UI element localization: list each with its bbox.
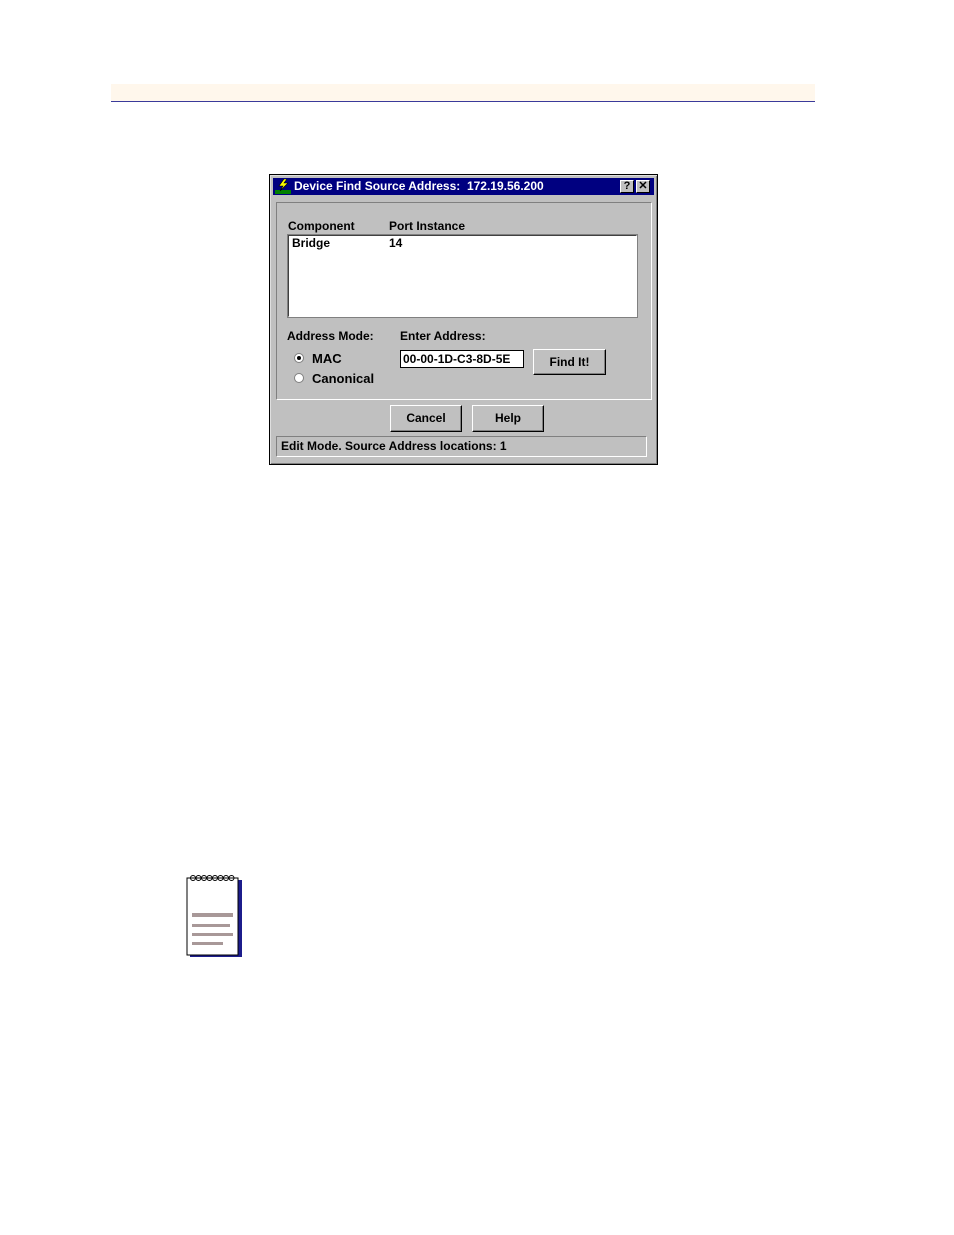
close-icon[interactable]: ✕ <box>636 180 650 193</box>
list-item[interactable]: Bridge 14 <box>291 236 631 250</box>
port-instance-cell: 14 <box>389 236 403 250</box>
component-cell: Bridge <box>292 236 331 250</box>
help-button[interactable]: Help <box>472 405 544 432</box>
canonical-radio-label[interactable]: Canonical <box>312 371 374 386</box>
find-it-button[interactable]: Find It! <box>533 349 606 375</box>
device-find-source-address-dialog: Device Find Source Address: 172.19.56.20… <box>269 174 658 465</box>
canonical-radio[interactable] <box>294 373 304 383</box>
column-header-port-instance: Port Instance <box>389 219 466 233</box>
page-header-band <box>111 84 815 102</box>
dialog-title: Device Find Source Address: 172.19.56.20… <box>294 179 544 193</box>
results-listbox[interactable]: Bridge 14 <box>287 234 638 318</box>
mac-radio-label[interactable]: MAC <box>312 351 342 366</box>
dialog-titlebar[interactable]: Device Find Source Address: 172.19.56.20… <box>273 178 654 195</box>
address-input[interactable]: 00-00-1D-C3-8D-5E <box>400 350 524 368</box>
status-bar: Edit Mode. Source Address locations: 1 <box>276 436 647 457</box>
address-mode-label: Address Mode: <box>287 329 374 343</box>
help-icon-button[interactable]: ? <box>620 180 634 193</box>
cancel-button[interactable]: Cancel <box>390 405 462 432</box>
column-header-component: Component <box>288 219 355 233</box>
mac-radio[interactable] <box>294 353 304 363</box>
notepad-icon <box>186 875 242 957</box>
app-icon <box>275 179 291 194</box>
enter-address-label: Enter Address: <box>400 329 486 343</box>
